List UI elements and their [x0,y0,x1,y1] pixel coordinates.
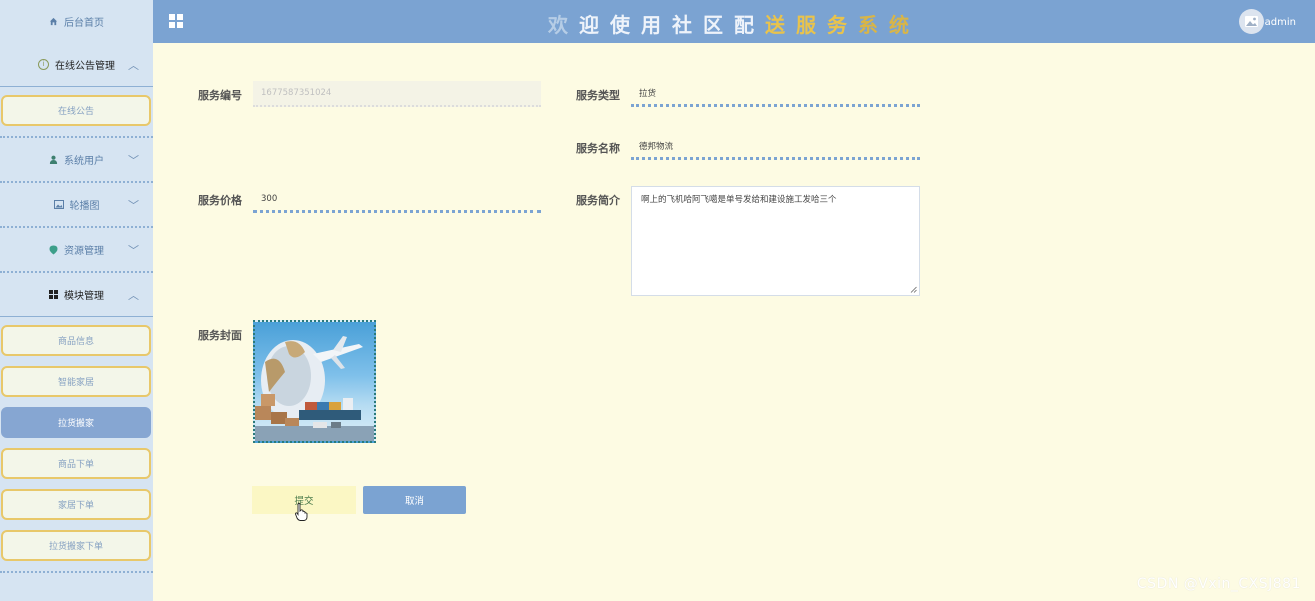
service-type-label: 服务类型 [576,89,620,102]
cancel-button[interactable]: 取消 [363,486,466,514]
watermark: CSDN @Vxin_CXSJ881 [1136,576,1301,592]
service-name-label: 服务名称 [576,142,620,155]
title-char: 社 [672,13,703,37]
menu-group-users[interactable]: 系统用户 ﹀ [0,138,153,183]
service-cover-label: 服务封面 [198,329,242,342]
user-name[interactable]: admin [1265,17,1296,28]
image-icon [1245,16,1258,27]
service-intro-text: 啊上的飞机哈阿飞噶是单号发给和建设施工发哈三个 [641,195,837,205]
chevron-down-icon: ﹀ [128,154,139,167]
submenu-item-moving[interactable]: 拉货搬家 [1,407,151,438]
submenu-item-product-orders[interactable]: 商品下单 [1,448,151,479]
sidebar-home[interactable]: 后台首页 [0,0,153,43]
service-price-field[interactable]: 300 [253,187,541,213]
service-no-label: 服务编号 [198,89,242,102]
logistics-illustration [255,336,374,441]
title-char: 送 [765,13,796,37]
top-header: 欢迎使用社区配送服务系统 admin [153,0,1315,43]
chevron-down-icon: ﹀ [128,244,139,257]
avatar[interactable] [1239,9,1264,34]
title-char: 服 [796,13,827,37]
title-char: 迎 [579,13,610,37]
page-title: 欢迎使用社区配送服务系统 [153,9,1315,38]
title-char: 用 [641,13,672,37]
hand-cursor-icon [295,503,308,521]
submenu-notice: 在线公告 [0,87,153,126]
menu-group-modules[interactable]: 模块管理 ︿ [0,273,153,317]
user-icon [49,155,58,164]
menu-group-label: 轮播图 [69,201,100,212]
service-intro-textarea[interactable]: 啊上的飞机哈阿飞噶是单号发给和建设施工发哈三个 [631,186,920,296]
title-char: 配 [734,13,765,37]
service-intro-label: 服务简介 [576,194,620,207]
menu-group-label: 系统用户 [64,156,104,167]
home-icon [49,17,58,26]
divider [0,571,153,573]
submenu-item-moving-orders[interactable]: 拉货搬家下单 [1,530,151,561]
title-char: 使 [610,13,641,37]
title-char: 统 [889,13,920,37]
chevron-up-icon: ︿ [128,59,139,72]
menu-group-label: 模块管理 [64,291,104,302]
submenu-item-product-info[interactable]: 商品信息 [1,325,151,356]
title-char: 欢 [548,13,579,37]
service-type-field[interactable]: 拉货 [631,81,920,107]
service-cover-image[interactable] [253,320,376,443]
chevron-down-icon: ﹀ [128,199,139,212]
menu-group-label: 在线公告管理 [55,61,115,72]
pin-icon [49,245,58,254]
info-icon: i [38,59,49,70]
image-icon [53,200,64,209]
menu-group-notice[interactable]: i 在线公告管理 ︿ [0,43,153,87]
menu-group-carousel[interactable]: 轮播图 ﹀ [0,183,153,228]
submenu-item-smart-home[interactable]: 智能家居 [1,366,151,397]
title-char: 区 [703,13,734,37]
menu-group-label: 资源管理 [64,246,104,257]
submenu-modules: 商品信息 智能家居 拉货搬家 商品下单 家居下单 拉货搬家下单 [0,317,153,561]
submenu-item-online-notice[interactable]: 在线公告 [1,95,151,126]
grid-icon [49,290,58,299]
menu-group-resources[interactable]: 资源管理 ﹀ [0,228,153,273]
title-char: 务 [827,13,858,37]
chevron-up-icon: ︿ [128,289,139,302]
title-char: 系 [858,13,889,37]
service-price-label: 服务价格 [198,194,242,207]
sidebar-home-label: 后台首页 [64,18,104,29]
service-no-field: 1677587351024 [253,81,541,107]
sidebar: 后台首页 i 在线公告管理 ︿ 在线公告 系统用户 ﹀ 轮播图 ﹀ 资源管理 ﹀… [0,0,153,601]
service-name-field[interactable]: 德邦物流 [631,134,920,160]
resize-handle-icon[interactable] [910,286,917,293]
submenu-item-home-orders[interactable]: 家居下单 [1,489,151,520]
